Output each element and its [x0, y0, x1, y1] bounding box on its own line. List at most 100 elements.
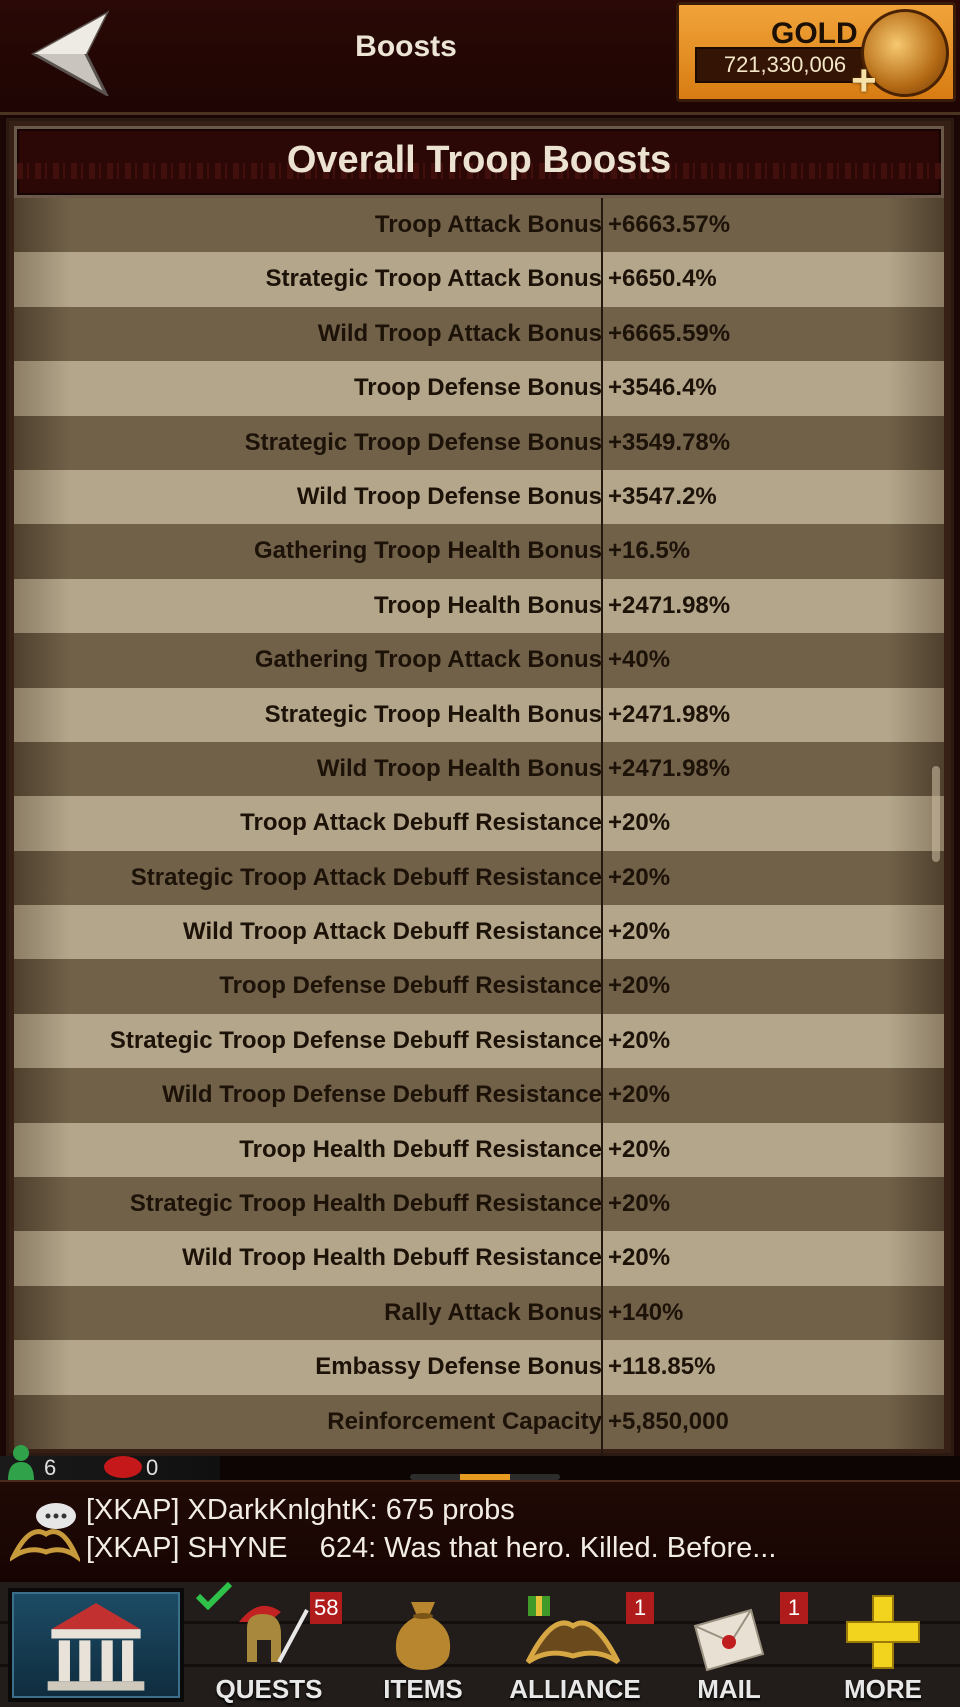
boost-value: +16.5% — [608, 537, 691, 565]
boost-label: Troop Health Debuff Resistance — [239, 1135, 602, 1163]
boost-label: Troop Defense Bonus — [353, 374, 602, 402]
boost-row: Wild Troop Health Bonus +2471.98% — [14, 741, 944, 797]
alliance-chat-bar[interactable]: [XKAP] XDarkKnlghtK: 675 probs [XKAP] SH… — [0, 1480, 960, 1584]
boost-label: Troop Attack Bonus — [374, 211, 602, 238]
boost-value: +20% — [608, 863, 671, 891]
alliance-label: ALLIANCE — [509, 1674, 641, 1704]
boost-value: +2471.98% — [608, 754, 731, 782]
boost-row: Strategic Troop Defense Bonus +3549.78% — [14, 415, 944, 470]
boost-value: +3549.78% — [608, 428, 731, 456]
quests-badge: 58 — [310, 1592, 343, 1624]
boost-label: Gathering Troop Health Bonus — [253, 537, 602, 565]
boost-value: +2471.98% — [608, 591, 731, 619]
boost-label: Troop Health Bonus — [374, 591, 602, 619]
mail-button[interactable]: 1 MAIL — [654, 1582, 808, 1707]
boost-label: Strategic Troop Health Debuff Resistance — [129, 1190, 602, 1218]
boost-label: Wild Troop Defense Bonus — [296, 482, 602, 510]
gold-amount: 721,330,006 — [695, 47, 875, 83]
column-divider — [601, 198, 603, 1456]
unread-messages-count: 0 — [146, 1455, 159, 1480]
chat-message: [XKAP] SHYNE 624: Was that hero. Killed.… — [86, 1532, 777, 1564]
mail-label: MAIL — [697, 1674, 761, 1704]
page-title: Boosts — [355, 30, 457, 63]
boost-value: +20% — [608, 972, 671, 1000]
boost-list[interactable]: Troop Attack Bonus +6663.57% Strategic Tro… — [14, 198, 944, 1449]
boost-value: +6665.59% — [608, 319, 731, 347]
items-label: ITEMS — [383, 1674, 463, 1704]
boost-label: Embassy Defense Bonus — [315, 1353, 602, 1381]
boost-row: Wild Troop Health Debuff Resistance +20% — [14, 1231, 944, 1286]
boost-value: +20% — [608, 1081, 671, 1109]
gold-sack-icon — [395, 1602, 451, 1670]
boost-label: Strategic Troop Attack Debuff Resistance — [130, 863, 602, 891]
chat-message: [XKAP] XDarkKnlghtK: 675 probs — [86, 1494, 515, 1526]
more-button[interactable]: MORE — [808, 1582, 958, 1707]
boost-value: +3547.2% — [608, 482, 717, 510]
spartan-helmet-quill-icon — [239, 1605, 309, 1663]
envelope-icon — [693, 1608, 765, 1672]
scrollbar[interactable] — [932, 766, 940, 862]
boost-value: +20% — [608, 918, 671, 946]
home-button[interactable] — [8, 1588, 184, 1702]
boost-label: Troop Defense Debuff Resistance — [219, 972, 602, 1000]
alliance-helmet-icon — [525, 1596, 621, 1665]
boost-row: Troop Defense Debuff Resistance +20% — [14, 959, 944, 1014]
gold-balance-button[interactable]: GOLD 721,330,006 + — [676, 2, 956, 103]
boost-row: Troop Defense Bonus +3546.4% — [14, 361, 944, 416]
boost-value: +40% — [608, 646, 671, 674]
boost-row: Strategic Troop Attack Debuff Resistance… — [14, 850, 944, 906]
back-arrow-icon[interactable] — [28, 10, 118, 96]
quests-label: QUESTS — [215, 1674, 323, 1704]
boost-row: Troop Health Bonus +2471.98% — [14, 578, 944, 634]
boost-label: Wild Troop Health Debuff Resistance — [182, 1244, 602, 1272]
boost-row: Strategic Troop Health Debuff Resistance… — [14, 1177, 944, 1232]
boost-label: Wild Troop Attack Bonus — [317, 319, 602, 347]
boost-row: Wild Troop Defense Bonus +3547.2% — [14, 469, 944, 525]
castle-icon — [47, 1603, 145, 1691]
boost-row: Embassy Defense Bonus +118.85% — [14, 1340, 944, 1395]
speech-bubble-icon[interactable] — [104, 1456, 142, 1478]
gold-label: GOLD — [771, 17, 858, 50]
boost-label: Strategic Troop Defense Debuff Resistanc… — [109, 1026, 602, 1054]
quests-button[interactable]: 58 QUESTS — [194, 1582, 344, 1707]
top-bar: Boosts GOLD 721,330,006 + — [0, 0, 960, 115]
boost-value: +20% — [608, 1244, 671, 1272]
alliance-button[interactable]: 1 ALLIANCE — [500, 1582, 654, 1707]
chat-icon[interactable] — [10, 1500, 80, 1566]
panel-title: Overall Troop Boosts — [286, 139, 672, 181]
boost-value: +3546.4% — [608, 374, 717, 402]
add-gold-icon[interactable]: + — [851, 59, 877, 103]
boost-row: Strategic Troop Health Bonus +2471.98% — [14, 687, 944, 742]
boost-label: Strategic Troop Attack Bonus — [265, 265, 603, 293]
boost-row: Gathering Troop Health Bonus +16.5% — [14, 524, 944, 579]
boost-row: Reinforcement Capacity +5,850,000 — [14, 1394, 944, 1449]
items-button[interactable]: ITEMS — [348, 1582, 498, 1707]
boost-label: Strategic Troop Health Bonus — [264, 700, 602, 728]
players-online-count: 6 — [44, 1455, 57, 1480]
mail-badge: 1 — [780, 1592, 808, 1624]
boost-value: +6663.57% — [608, 211, 731, 238]
bottom-nav: 58 QUESTS ITEMS 1 ALLIANCE 1 MAIL MORE — [0, 1582, 960, 1707]
boost-value: +20% — [608, 1026, 671, 1054]
player-icon[interactable] — [6, 1444, 36, 1480]
boost-value: +118.85% — [608, 1353, 716, 1381]
boost-label: Wild Troop Defense Debuff Resistance — [162, 1081, 602, 1109]
boost-row: Troop Health Debuff Resistance +20% — [14, 1122, 944, 1178]
boost-label: Rally Attack Bonus — [384, 1298, 602, 1326]
boost-row: Wild Troop Defense Debuff Resistance +20% — [14, 1068, 944, 1123]
boost-row: Rally Attack Bonus +140% — [14, 1285, 944, 1341]
boost-row: Troop Attack Debuff Resistance +20% — [14, 796, 944, 851]
boost-value: +140% — [608, 1298, 684, 1326]
boost-value: +2471.98% — [608, 700, 731, 728]
boost-label: Troop Attack Debuff Resistance — [240, 809, 602, 837]
boost-row: Wild Troop Attack Bonus +6665.59% — [14, 306, 944, 362]
alliance-badge: 1 — [626, 1592, 654, 1624]
boost-label: Wild Troop Attack Debuff Resistance — [183, 918, 602, 946]
panel-title-bar: Overall Troop Boosts — [14, 126, 944, 198]
more-label: MORE — [844, 1674, 922, 1704]
boost-value: +6650.4% — [608, 265, 717, 293]
boost-label: Gathering Troop Attack Bonus — [254, 646, 602, 674]
boost-row: Troop Attack Bonus +6663.57% — [14, 198, 944, 253]
boost-row: Gathering Troop Attack Bonus +40% — [14, 633, 944, 688]
boost-value: +5,850,000 — [608, 1407, 729, 1435]
